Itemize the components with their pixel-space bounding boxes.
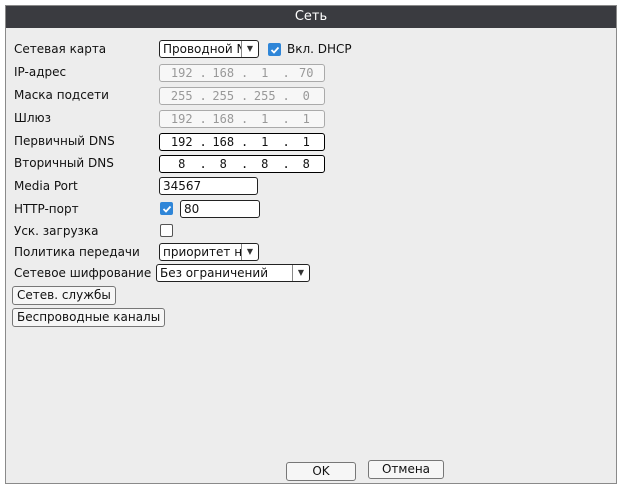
- ok-button[interactable]: OK: [286, 462, 356, 481]
- ip-octet: 1: [261, 66, 269, 80]
- checkmark-icon: [270, 46, 280, 54]
- wireless-channels-button[interactable]: Беспроводные каналы: [12, 308, 166, 327]
- ip-address-label: IP-адрес: [14, 65, 67, 79]
- network-card-select[interactable]: Проводной N ▼: [159, 40, 259, 58]
- dns-octet: 1: [261, 135, 269, 149]
- transfer-policy-select[interactable]: приоритет н ▼: [159, 243, 259, 261]
- secondary-dns-input[interactable]: 8. 8. 8. 8: [159, 155, 325, 173]
- network-settings-window: Сеть Сетевая карта Проводной N ▼ Вкл. DH…: [5, 5, 617, 484]
- mask-octet: 255: [212, 89, 235, 103]
- transfer-policy-label: Политика передачи: [14, 245, 140, 259]
- secondary-dns-label: Вторичный DNS: [14, 156, 114, 170]
- dns-octet: 8: [219, 157, 227, 171]
- media-port-input[interactable]: 34567: [159, 177, 258, 195]
- dns-octet: 8: [302, 157, 310, 171]
- gateway-input[interactable]: 192. 168. 1. 1: [159, 110, 325, 128]
- dns-octet: 192: [170, 135, 193, 149]
- cancel-button[interactable]: Отмена: [368, 460, 444, 479]
- http-port-checkbox[interactable]: [160, 202, 173, 215]
- subnet-mask-input[interactable]: 255. 255. 255. 0: [159, 87, 325, 105]
- network-encryption-label: Сетевое шифрование: [14, 266, 152, 280]
- subnet-mask-label: Маска подсети: [14, 88, 109, 102]
- dns-octet: 168: [212, 135, 235, 149]
- ip-octet: 70: [299, 66, 314, 80]
- chevron-down-icon: ▼: [292, 265, 309, 281]
- ip-address-input[interactable]: 192. 168. 1. 70: [159, 64, 325, 82]
- chevron-down-icon: ▼: [241, 244, 258, 260]
- chevron-down-icon: ▼: [241, 41, 258, 57]
- window-title: Сеть: [6, 6, 616, 28]
- dns-octet: 8: [178, 157, 186, 171]
- media-port-label: Media Port: [14, 179, 78, 193]
- gateway-octet: 192: [170, 112, 193, 126]
- http-port-input[interactable]: 80: [180, 200, 260, 218]
- network-card-value: Проводной N: [163, 42, 241, 56]
- gateway-octet: 168: [212, 112, 235, 126]
- mask-octet: 255: [170, 89, 193, 103]
- dhcp-label: Вкл. DHCP: [287, 42, 352, 56]
- ip-octet: 168: [212, 66, 235, 80]
- dns-octet: 8: [261, 157, 269, 171]
- network-services-button[interactable]: Сетев. службы: [12, 286, 116, 305]
- gateway-octet: 1: [261, 112, 269, 126]
- dns-octet: 1: [302, 135, 310, 149]
- mask-octet: 255: [253, 89, 276, 103]
- checkmark-icon: [162, 205, 172, 213]
- http-port-label: HTTP-порт: [14, 202, 79, 216]
- primary-dns-label: Первичный DNS: [14, 134, 115, 148]
- gateway-octet: 1: [302, 112, 310, 126]
- transfer-policy-value: приоритет н: [163, 245, 241, 259]
- primary-dns-input[interactable]: 192. 168. 1. 1: [159, 133, 325, 151]
- ip-octet: 192: [170, 66, 193, 80]
- network-encryption-select[interactable]: Без ограничений ▼: [156, 264, 310, 282]
- fast-download-checkbox[interactable]: [160, 224, 173, 237]
- network-encryption-value: Без ограничений: [160, 266, 268, 280]
- dhcp-checkbox[interactable]: [268, 43, 281, 56]
- gateway-label: Шлюз: [14, 111, 51, 125]
- mask-octet: 0: [302, 89, 310, 103]
- network-card-label: Сетевая карта: [14, 42, 107, 56]
- fast-download-label: Уск. загрузка: [14, 224, 99, 238]
